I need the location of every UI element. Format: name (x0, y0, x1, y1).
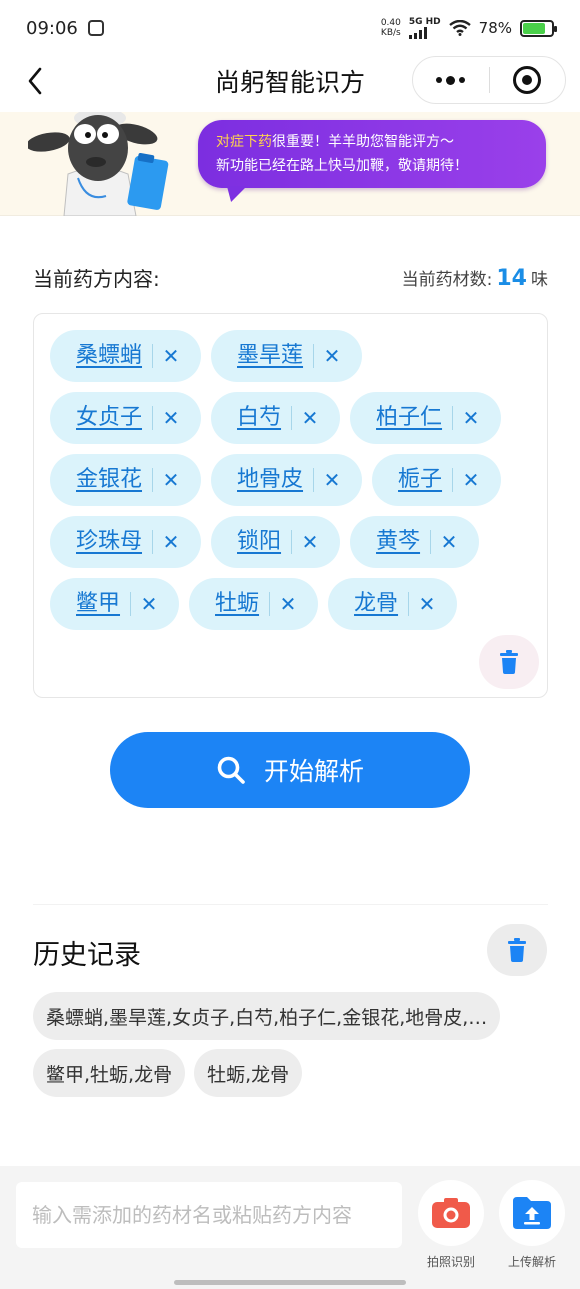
herb-name-link[interactable]: 墨旱莲 (237, 344, 315, 368)
remove-herb-button[interactable]: ✕ (161, 530, 181, 554)
herb-name-link[interactable]: 锁阳 (237, 530, 293, 554)
herb-tag-list: 桑螵蛸 ✕ 墨旱莲 ✕ 女贞子 ✕ 白芍 ✕ 柏子仁 ✕ 金银花 ✕ 地骨皮 ✕ 栀子 ✕ 珍珠母 ✕ 锁阳 ✕ 黄芩 ✕… (50, 330, 520, 630)
home-indicator[interactable] (174, 1280, 406, 1285)
remove-herb-button[interactable]: ✕ (161, 344, 181, 368)
history-item-text: 桑螵蛸,墨旱莲,女贞子,白芍,柏子仁,金银花,地骨皮,… (46, 1006, 488, 1029)
herb-tag: 柏子仁 ✕ (350, 392, 502, 444)
prescription-title: 当前药方内容: (33, 267, 160, 291)
herb-tag: 黄芩 ✕ (350, 516, 480, 568)
herb-tag: 墨旱莲 ✕ (211, 330, 363, 382)
herb-name-link[interactable]: 珍珠母 (76, 530, 154, 554)
remove-herb-button[interactable]: ✕ (300, 530, 320, 554)
network-speed: 0.40 KB/s (380, 18, 401, 38)
upload-analyze-button[interactable]: 上传解析 (497, 1180, 567, 1270)
target-icon (513, 66, 542, 94)
herb-name-link[interactable]: 女贞子 (76, 406, 154, 430)
herb-tag: 白芍 ✕ (211, 392, 341, 444)
upload-analyze-label: 上传解析 (507, 1255, 556, 1269)
remove-herb-button[interactable]: ✕ (161, 468, 181, 492)
close-miniprogram-button[interactable] (490, 66, 566, 94)
status-time: 09:06 (26, 17, 78, 39)
promo-bubble: 对症下药很重要！羊羊助您智能评方～ 新功能已经在路上快马加鞭，敬请期待！ (198, 120, 546, 188)
remove-herb-button[interactable]: ✕ (322, 344, 342, 368)
start-analysis-label: 开始解析 (263, 758, 364, 786)
herb-name-link[interactable]: 柏子仁 (376, 406, 454, 430)
remove-herb-button[interactable]: ✕ (322, 468, 342, 492)
herb-tag: 龙骨 ✕ (328, 578, 458, 630)
back-button[interactable] (18, 64, 52, 98)
herb-tag: 地骨皮 ✕ (211, 454, 363, 506)
history-item[interactable]: 桑螵蛸,墨旱莲,女贞子,白芍,柏子仁,金银花,地骨皮,… (33, 992, 501, 1040)
remove-herb-button[interactable]: ✕ (461, 468, 481, 492)
bubble-highlight: 对症下药 (216, 134, 272, 150)
remove-herb-button[interactable]: ✕ (300, 406, 320, 430)
history-list: 桑螵蛸,墨旱莲,女贞子,白芍,柏子仁,金银花,地骨皮,… 鳖甲,牡蛎,龙骨 牡蛎,龙… (33, 992, 548, 1097)
herb-tag: 栀子 ✕ (372, 454, 502, 506)
history-title: 历史记录 (33, 940, 141, 971)
herb-list-box: 桑螵蛸 ✕ 墨旱莲 ✕ 女贞子 ✕ 白芍 ✕ 柏子仁 ✕ 金银花 ✕ 地骨皮 ✕ 栀子 ✕ 珍珠母 ✕ 锁阳 ✕ 黄芩 ✕… (33, 313, 548, 698)
sheep-doctor-mascot (28, 112, 169, 216)
battery-percent: 78% (478, 19, 512, 37)
bubble-line1: 很重要！羊羊助您智能评方～ (272, 134, 454, 150)
history-item-text: 鳖甲,牡蛎,龙骨 (46, 1063, 173, 1086)
herb-count-number: 14 (496, 265, 527, 291)
clear-herbs-button[interactable] (479, 635, 539, 689)
signal-icon (408, 27, 427, 39)
herb-name-link[interactable]: 龙骨 (354, 592, 410, 616)
herb-name-link[interactable]: 牡蛎 (215, 592, 271, 616)
herb-count: 当前药材数: 14 味 (401, 265, 548, 291)
more-button[interactable] (413, 75, 489, 85)
clear-history-button[interactable] (487, 924, 547, 976)
camera-icon (432, 1198, 470, 1228)
camera-recognize-button[interactable]: 拍照识别 (416, 1180, 486, 1270)
network-type: 5G HD (408, 17, 441, 27)
app-notification-icon (87, 20, 104, 36)
herb-tag: 女贞子 ✕ (50, 392, 202, 444)
herb-tag: 桑螵蛸 ✕ (50, 330, 202, 382)
remove-herb-button[interactable]: ✕ (461, 406, 481, 430)
remove-herb-button[interactable]: ✕ (161, 406, 181, 430)
bottom-input-bar: 拍照识别 上传解析 (0, 1166, 580, 1289)
herb-tag: 鳖甲 ✕ (50, 578, 180, 630)
prescription-header: 当前药方内容: 当前药材数: 14 味 (33, 263, 548, 292)
remove-herb-button[interactable]: ✕ (417, 592, 437, 616)
section-divider (33, 904, 548, 905)
wifi-icon (448, 20, 471, 36)
history-item-text: 牡蛎,龙骨 (207, 1063, 290, 1086)
bubble-line2: 新功能已经在路上快马加鞭，敬请期待！ (216, 158, 468, 174)
promo-banner: 对症下药很重要！羊羊助您智能评方～ 新功能已经在路上快马加鞭，敬请期待！ (0, 112, 580, 216)
herb-input[interactable] (16, 1182, 402, 1248)
status-bar: 09:06 0.40 KB/s 5G HD 78% (0, 0, 580, 56)
camera-recognize-label: 拍照识别 (426, 1255, 475, 1269)
trash-icon (500, 650, 518, 674)
herb-name-link[interactable]: 金银花 (76, 468, 154, 492)
history-item[interactable]: 鳖甲,牡蛎,龙骨 (33, 1049, 186, 1097)
start-analysis-button[interactable]: 开始解析 (110, 732, 470, 808)
chevron-left-icon (28, 67, 42, 95)
herb-tag: 牡蛎 ✕ (189, 578, 319, 630)
history-item[interactable]: 牡蛎,龙骨 (194, 1049, 303, 1097)
herb-tag: 珍珠母 ✕ (50, 516, 202, 568)
page-title: 尚躬智能识方 (214, 68, 365, 97)
miniprogram-capsule (412, 56, 566, 104)
herb-name-link[interactable]: 鳖甲 (76, 592, 132, 616)
herb-name-link[interactable]: 桑螵蛸 (76, 344, 154, 368)
herb-name-link[interactable]: 地骨皮 (237, 468, 315, 492)
herb-tag: 金银花 ✕ (50, 454, 202, 506)
remove-herb-button[interactable]: ✕ (439, 530, 459, 554)
trash-icon (508, 938, 526, 962)
remove-herb-button[interactable]: ✕ (139, 592, 159, 616)
remove-herb-button[interactable]: ✕ (278, 592, 298, 616)
herb-name-link[interactable]: 栀子 (398, 468, 454, 492)
herb-name-link[interactable]: 白芍 (237, 406, 293, 430)
upload-folder-icon (513, 1197, 551, 1229)
nav-bar: 尚躬智能识方 (0, 56, 580, 106)
herb-name-link[interactable]: 黄芩 (376, 530, 432, 554)
battery-icon (520, 19, 557, 37)
herb-tag: 锁阳 ✕ (211, 516, 341, 568)
search-icon (217, 756, 245, 784)
